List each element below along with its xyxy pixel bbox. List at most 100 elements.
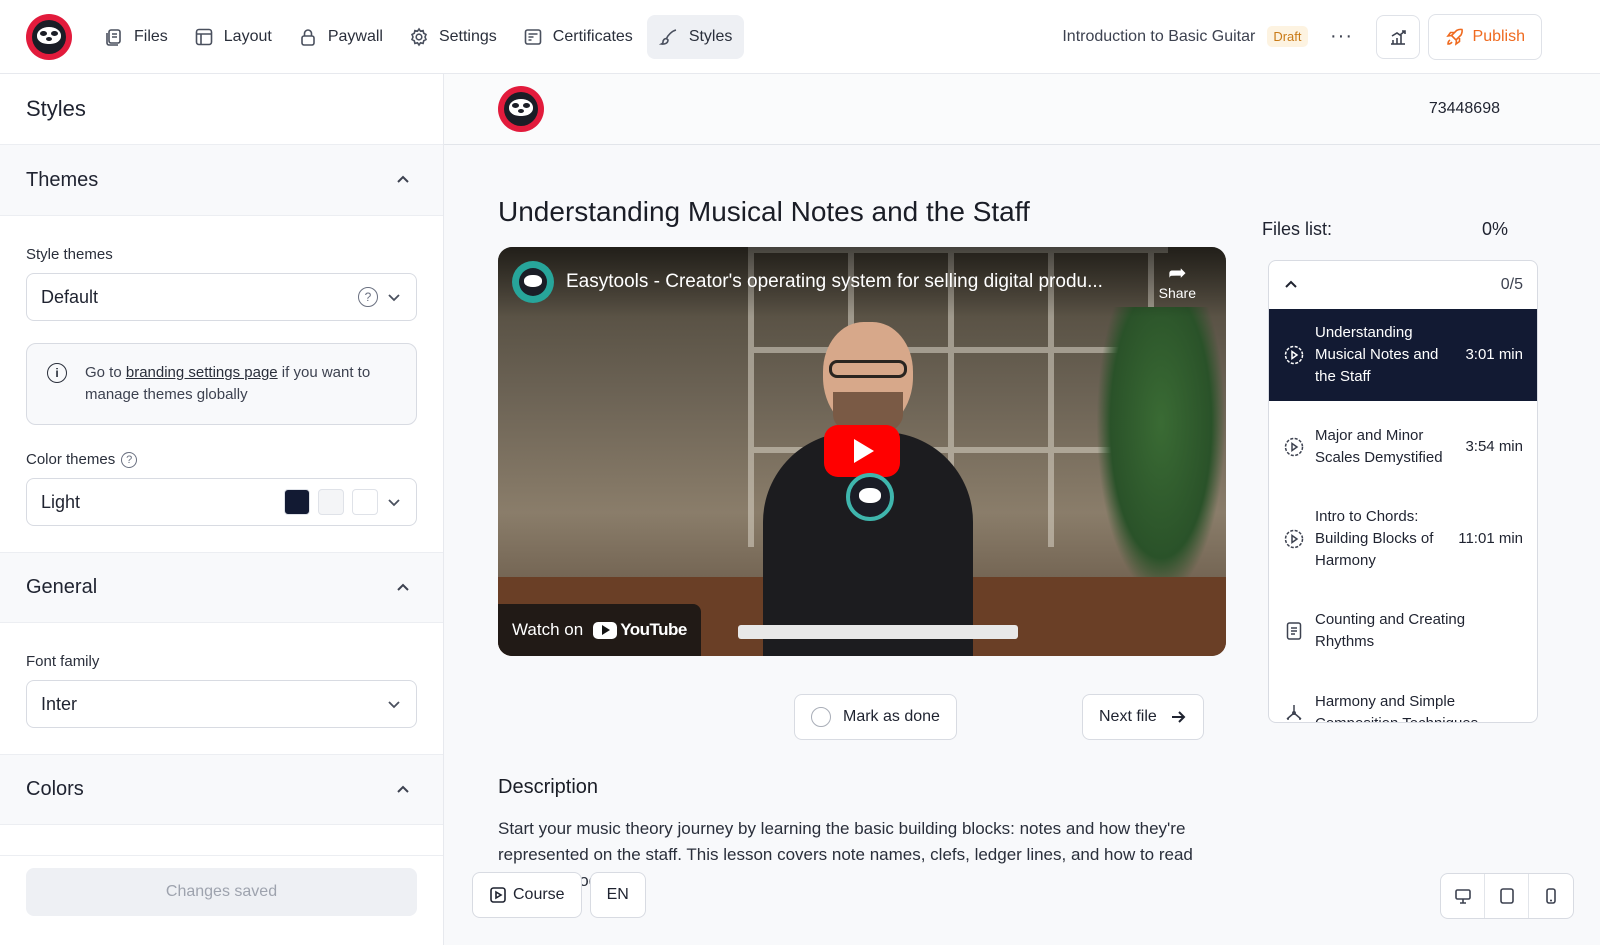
nav-item-label: Paywall [327, 27, 383, 45]
color-swatch-white [352, 489, 378, 515]
mark-as-done-label: Mark as done [843, 708, 940, 725]
files-list-label: Files list: [1262, 219, 1333, 239]
layout-icon [195, 28, 213, 45]
branding-settings-link[interactable]: branding settings page [126, 364, 278, 381]
course-view-button[interactable]: Course [472, 872, 582, 918]
chevron-up-icon [397, 583, 409, 591]
style-themes-select[interactable]: Default ? [26, 273, 417, 321]
desktop-view-button[interactable] [1441, 874, 1485, 918]
file-duration: 3:01 min [1465, 346, 1523, 363]
language-label: EN [606, 886, 629, 903]
more-options-icon[interactable]: ··· [1326, 25, 1358, 48]
changes-saved-button[interactable]: Changes saved [26, 868, 417, 916]
styles-sidebar: Styles Themes Style themes Default ? i G… [0, 74, 444, 945]
sidebar-title: Styles [0, 74, 443, 145]
checkbox-circle-icon [811, 707, 831, 727]
file-name: Counting and Creating Rhythms [1315, 611, 1466, 650]
font-family-select[interactable]: Inter [26, 680, 417, 728]
course-label: Course [513, 886, 565, 903]
video-title[interactable]: Easytools - Creator's operating system f… [566, 271, 1126, 293]
chevron-down-icon [388, 701, 400, 709]
themes-section-body: Style themes Default ? i Go to branding … [0, 216, 443, 526]
preview-floating-controls: Course EN [472, 872, 646, 918]
publish-label: Publish [1472, 27, 1525, 45]
color-themes-value: Light [41, 491, 81, 512]
next-file-button[interactable]: Next file [1082, 694, 1204, 740]
language-button[interactable]: EN [589, 872, 646, 918]
mark-as-done-button[interactable]: Mark as done [794, 694, 957, 740]
chevron-up-icon [397, 785, 409, 793]
list-item[interactable]: Understanding Musical Notes and the Staf… [1269, 309, 1537, 401]
gear-icon [410, 27, 427, 46]
section-heading: Themes [26, 168, 99, 191]
share-icon: ➦ [1168, 260, 1187, 285]
lesson-title: Understanding Musical Notes and the Staf… [498, 196, 1030, 227]
help-icon[interactable]: ? [121, 451, 138, 468]
nav-item-layout[interactable]: Layout [182, 15, 284, 59]
nav-item-label: Files [134, 27, 168, 45]
course-preview: 73448698 Understanding Musical Notes and… [444, 74, 1600, 945]
play-square-icon [490, 887, 506, 903]
color-swatch-light-gray [318, 489, 344, 515]
font-family-label: Font family [26, 653, 100, 670]
brush-icon [658, 28, 677, 45]
status-badge: Draft [1267, 26, 1308, 47]
general-section-body: Font family Inter [0, 623, 443, 728]
info-prefix: Go to [85, 364, 126, 381]
play-button[interactable] [824, 425, 900, 477]
nav-item-label: Layout [223, 27, 272, 45]
preview-header: 73448698 [444, 74, 1600, 145]
nav-item-certificates[interactable]: Certificates [511, 15, 645, 59]
nav-item-label: Styles [688, 27, 733, 45]
header-actions: Introduction to Basic Guitar Draft ··· P… [1062, 13, 1600, 60]
nav-item-settings[interactable]: Settings [397, 15, 509, 59]
files-list-toggle[interactable]: 0/5 [1269, 261, 1537, 309]
files-list: 0/5 Understanding Musical Notes and the … [1268, 260, 1538, 723]
nav-item-label: Certificates [552, 27, 633, 45]
help-icon[interactable]: ? [358, 287, 378, 307]
colors-section-toggle[interactable]: Colors [0, 754, 443, 825]
video-file-icon [1283, 436, 1305, 458]
video-file-icon [1283, 344, 1305, 366]
video-player[interactable]: Easytools - Creator's operating system f… [498, 247, 1226, 656]
main-nav: Files Layout Paywall Settings Certificat… [92, 14, 745, 59]
list-item[interactable]: Intro to Chords: Building Blocks of Harm… [1269, 493, 1537, 585]
shirt-logo [846, 473, 894, 521]
device-preview-switcher [1440, 873, 1574, 919]
section-heading: Colors [26, 778, 84, 800]
publish-button[interactable]: Publish [1427, 13, 1542, 60]
general-section-toggle[interactable]: General [0, 552, 443, 623]
pdf-file-icon [1283, 702, 1305, 722]
themes-section-toggle[interactable]: Themes [0, 145, 443, 216]
analytics-button[interactable] [1375, 14, 1420, 59]
share-button[interactable]: ➦ Share [1159, 260, 1196, 302]
mobile-view-button[interactable] [1529, 874, 1573, 918]
next-file-label: Next file [1099, 708, 1157, 725]
course-logo [498, 86, 544, 132]
channel-avatar[interactable] [512, 261, 554, 303]
list-item[interactable]: Counting and Creating Rhythms [1269, 585, 1537, 677]
list-item[interactable]: Harmony and Simple Composition Technique… [1269, 677, 1537, 722]
file-name: Major and Minor Scales Demystified [1315, 427, 1443, 466]
style-themes-value: Default [41, 286, 99, 307]
video-file-icon [1283, 528, 1305, 550]
watch-on-label: Watch on [512, 620, 584, 639]
color-themes-label: Color themes ? [26, 451, 417, 468]
nav-item-files[interactable]: Files [92, 15, 180, 59]
nav-item-styles[interactable]: Styles [646, 14, 745, 59]
chevron-down-icon [388, 294, 400, 302]
brand-logo[interactable] [26, 13, 72, 60]
desktop-icon [1454, 889, 1471, 904]
certificate-icon [524, 28, 542, 45]
color-themes-select[interactable]: Light [26, 478, 417, 526]
watch-on-youtube-button[interactable]: Watch on YouTube [498, 604, 701, 656]
list-item[interactable]: Major and Minor Scales Demystified 3:54 … [1269, 401, 1537, 493]
tablet-view-button[interactable] [1485, 874, 1529, 918]
nav-item-paywall[interactable]: Paywall [286, 15, 395, 59]
color-swatch-dark [284, 489, 310, 515]
font-family-value: Inter [41, 693, 78, 714]
files-progress: 0% [1481, 219, 1508, 239]
document-file-icon [1283, 620, 1305, 642]
branding-info-box: i Go to branding settings page if you wa… [26, 343, 417, 425]
file-name: Understanding Musical Notes and the Staf… [1315, 324, 1439, 385]
